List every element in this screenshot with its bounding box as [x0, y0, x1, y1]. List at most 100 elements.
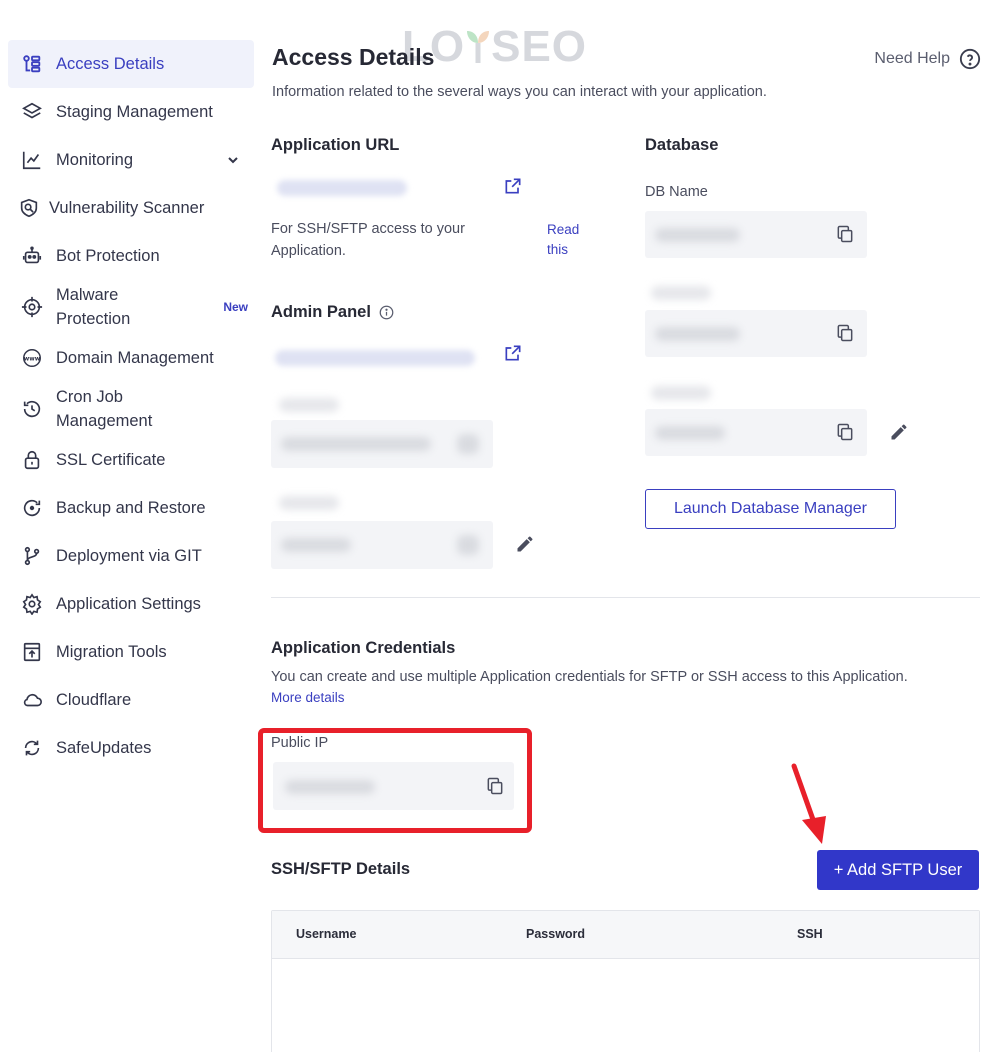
red-arrow-icon: [791, 763, 826, 844]
svg-text:www: www: [24, 355, 41, 362]
sidebar-item-access-details[interactable]: Access Details: [8, 40, 254, 88]
db-password-field[interactable]: [645, 409, 867, 456]
ssh-hint-line-2: Application.: [271, 243, 346, 259]
sidebar-item-application-settings[interactable]: Application Settings: [8, 580, 254, 628]
db-name-label: DB Name: [645, 184, 708, 200]
ssh-sftp-details-title: SSH/SFTP Details: [271, 860, 411, 878]
page-title: Access Details: [272, 44, 435, 70]
sidebar-item-label: Cron Job Management: [56, 388, 153, 430]
more-details-link[interactable]: More details: [271, 690, 345, 705]
sidebar-item-malware-protection[interactable]: Malware Protection New: [8, 280, 254, 334]
sidebar-item-label: Access Details: [56, 55, 165, 73]
sidebar-item-monitoring[interactable]: Monitoring: [8, 136, 254, 184]
sidebar-item-vulnerability-scanner[interactable]: Vulnerability Scanner: [8, 184, 254, 232]
sidebar-item-migration-tools[interactable]: Migration Tools: [8, 628, 254, 676]
layers-icon: [21, 101, 43, 123]
db-username-label: [651, 286, 711, 300]
db-password-value: [655, 426, 725, 440]
new-badge: New: [223, 300, 248, 314]
refresh-icon: [21, 737, 43, 759]
sidebar-item-ssl-certificate[interactable]: SSL Certificate: [8, 436, 254, 484]
column-header-ssh[interactable]: SSH: [797, 927, 823, 941]
need-help-link[interactable]: Need Help: [874, 48, 981, 70]
ssh-hint-text: For SSH/SFTP access to your Application.: [271, 218, 521, 262]
cloud-icon: [21, 689, 43, 711]
external-link-icon[interactable]: [502, 175, 524, 197]
sidebar-item-label: Malware Protection: [56, 286, 131, 328]
chevron-down-icon[interactable]: [226, 153, 240, 167]
credentials-description: You can create and use multiple Applicat…: [271, 669, 908, 685]
edit-pencil-icon[interactable]: [888, 421, 910, 443]
admin-password-value: [281, 538, 351, 552]
column-header-password[interactable]: Password: [526, 927, 585, 941]
sidebar-item-cloudflare[interactable]: Cloudflare: [8, 676, 254, 724]
sidebar-item-label: Backup and Restore: [56, 499, 206, 517]
sidebar-item-label: Vulnerability Scanner: [49, 199, 205, 217]
sidebar-item-backup-and-restore[interactable]: Backup and Restore: [8, 484, 254, 532]
sidebar-item-label: Bot Protection: [56, 247, 160, 265]
sidebar-item-label: Application Settings: [56, 595, 201, 613]
info-icon[interactable]: [379, 305, 394, 320]
sidebar-item-domain-management[interactable]: www Domain Management: [8, 334, 254, 382]
application-url-title: Application URL: [271, 136, 400, 154]
read-this-line-2: this: [547, 242, 569, 257]
shield-scan-icon: [18, 197, 40, 219]
db-username-value: [655, 327, 740, 341]
admin-panel-label: Admin Panel: [271, 303, 371, 321]
public-ip-highlight-box: [258, 728, 532, 833]
sidebar-item-staging-management[interactable]: Staging Management: [8, 88, 254, 136]
sftp-users-table: Username Password SSH: [271, 910, 980, 1052]
backup-icon: [21, 497, 43, 519]
db-name-value: [655, 228, 740, 242]
copy-icon[interactable]: [457, 434, 479, 454]
chart-line-icon: [21, 149, 43, 171]
copy-icon[interactable]: [834, 322, 856, 344]
sidebar-item-bot-protection[interactable]: Bot Protection: [8, 232, 254, 280]
sidebar-item-label: Deployment via GIT: [56, 547, 202, 565]
application-url-value[interactable]: [277, 180, 407, 196]
sidebar-item-label: SafeUpdates: [56, 739, 152, 757]
git-branch-icon: [21, 545, 43, 567]
page-subtitle: Information related to the several ways …: [272, 84, 767, 100]
sidebar-item-label: Cloudflare: [56, 691, 132, 709]
gear-icon: [21, 593, 43, 615]
sidebar-item-label: Staging Management: [56, 103, 213, 121]
read-this-link[interactable]: Read this: [547, 220, 579, 260]
column-header-username[interactable]: Username: [296, 927, 356, 941]
ssh-hint-line-1: For SSH/SFTP access to your: [271, 221, 465, 237]
admin-password-field[interactable]: [271, 521, 493, 569]
copy-icon[interactable]: [834, 223, 856, 245]
admin-panel-url-value[interactable]: [275, 350, 475, 366]
sidebar-item-label: Migration Tools: [56, 643, 167, 661]
edit-pencil-icon[interactable]: [514, 533, 536, 555]
robot-icon: [21, 245, 43, 267]
sidebar-item-safeupdates[interactable]: SafeUpdates: [8, 724, 254, 772]
launch-database-manager-button[interactable]: Launch Database Manager: [645, 489, 896, 529]
admin-password-label: [279, 496, 339, 510]
db-name-field[interactable]: [645, 211, 867, 258]
lock-icon: [21, 449, 43, 471]
admin-username-value: [281, 437, 431, 451]
clock-history-icon: [21, 398, 43, 420]
application-credentials-title: Application Credentials: [271, 639, 456, 657]
question-circle-icon: [959, 48, 981, 70]
sidebar-item-deployment-via-git[interactable]: Deployment via GIT: [8, 532, 254, 580]
db-username-field[interactable]: [645, 310, 867, 357]
admin-panel-title: Admin Panel: [271, 303, 394, 322]
read-this-line-1: Read: [547, 222, 580, 237]
external-link-icon[interactable]: [502, 342, 524, 364]
copy-icon[interactable]: [457, 535, 479, 555]
section-divider: [271, 597, 980, 598]
sidebar-item-label: Monitoring: [56, 151, 134, 169]
admin-username-label: [279, 398, 339, 412]
add-sftp-user-button[interactable]: + Add SFTP User: [817, 850, 979, 890]
main-content: Access Details Information related to th…: [258, 0, 981, 1052]
copy-icon[interactable]: [834, 421, 856, 443]
sidebar: Access Details Staging Management Monito…: [0, 0, 262, 1052]
admin-username-field[interactable]: [271, 420, 493, 468]
migration-icon: [21, 641, 43, 663]
target-icon: [21, 296, 43, 318]
sidebar-item-label: SSL Certificate: [56, 451, 166, 469]
sidebar-item-cron-job-management[interactable]: Cron Job Management: [8, 382, 254, 436]
database-title: Database: [645, 136, 719, 154]
